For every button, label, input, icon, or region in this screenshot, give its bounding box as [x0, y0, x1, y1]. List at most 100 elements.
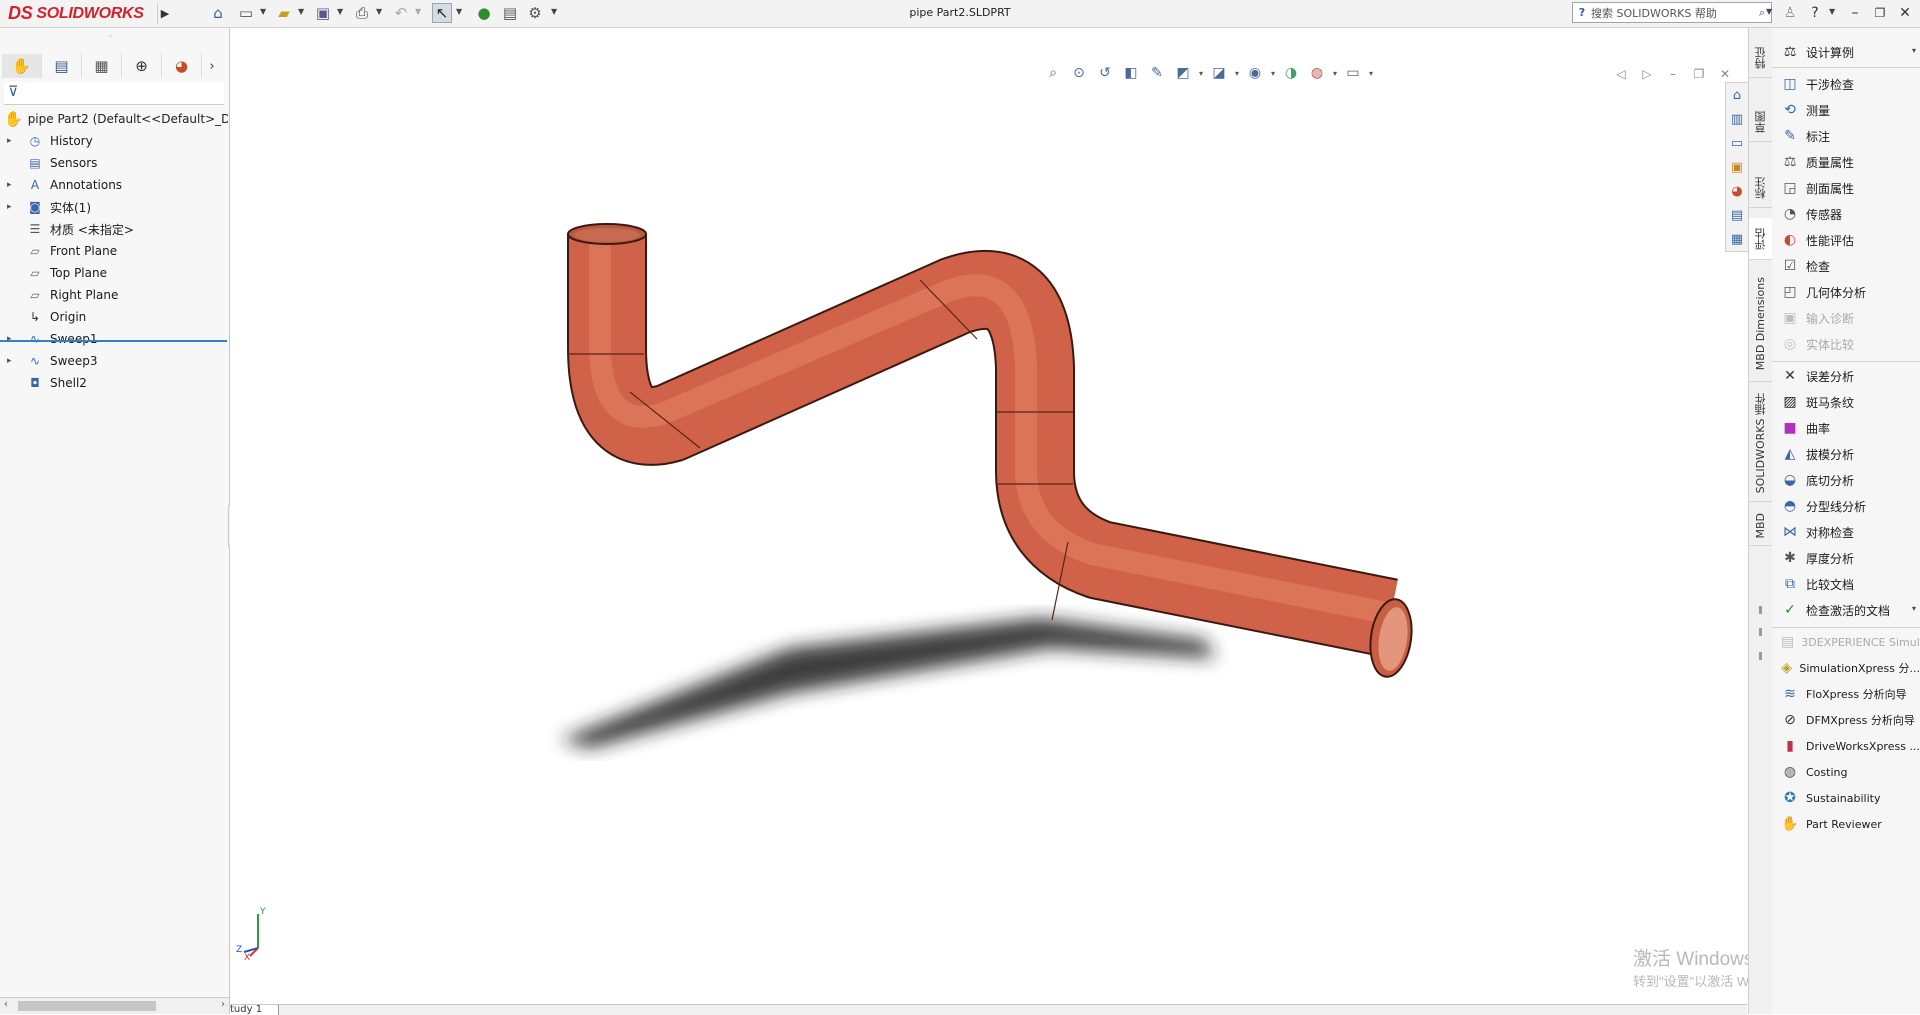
tree-item-origin[interactable]: ↳ Origin: [0, 306, 228, 328]
apply-scene-icon[interactable]: ◍: [1304, 62, 1330, 84]
view-settings-caret-icon[interactable]: ▾: [1366, 69, 1376, 78]
minimize-icon[interactable]: –: [1845, 3, 1865, 23]
feature-tree-tab-icon[interactable]: ✋: [2, 54, 42, 78]
expand-arrow-icon[interactable]: ▸: [7, 180, 19, 190]
panel-grip-icon[interactable]: ◦: [108, 32, 113, 41]
design-library-icon[interactable]: ▥: [1726, 107, 1748, 131]
home-icon[interactable]: ⌂: [208, 3, 228, 23]
tree-item-solid-bodies[interactable]: ▸ ◙ 实体(1): [0, 196, 228, 218]
feature-tree-filter[interactable]: ⊽: [4, 82, 224, 105]
scrollbar-thumb[interactable]: [18, 1001, 156, 1011]
compare-bodies-button[interactable]: ◎ 实体比较: [1772, 332, 1920, 356]
search-dropdown-caret-icon[interactable]: ▼: [1766, 7, 1772, 16]
property-manager-tab-icon[interactable]: ▤: [42, 54, 82, 78]
zoom-to-area-icon[interactable]: ⊙: [1066, 62, 1092, 84]
edit-appearance-icon[interactable]: ◑: [1278, 62, 1304, 84]
tab-mbd[interactable]: MBD: [1749, 506, 1772, 546]
print-icon[interactable]: ⎙: [352, 3, 372, 23]
new-dropdown-caret-icon[interactable]: ▼: [260, 7, 266, 16]
viewport-prev-icon[interactable]: ◁: [1608, 64, 1634, 84]
import-diagnostics-button[interactable]: ▣ 输入诊断: [1772, 306, 1920, 330]
pipe-model-view[interactable]: [230, 28, 1747, 1004]
tree-item-top-plane[interactable]: ▱ Top Plane: [0, 262, 228, 284]
viewport-next-icon[interactable]: ▷: [1634, 64, 1660, 84]
tree-item-sweep1[interactable]: ▸ ∿ Sweep1: [0, 328, 228, 350]
file-properties-icon[interactable]: ▤: [500, 3, 520, 23]
floxpress-button[interactable]: ≋ FloXpress 分析向导: [1772, 682, 1920, 706]
compare-documents-button[interactable]: ⧉ 比较文档: [1772, 572, 1920, 596]
design-study-button[interactable]: ⚖ 设计算例 ▾: [1772, 40, 1920, 64]
select-icon[interactable]: ↖: [432, 3, 452, 23]
solidworks-logo[interactable]: DS SOLIDWORKS: [8, 2, 144, 25]
file-explorer-icon[interactable]: ▭: [1726, 131, 1748, 155]
curvature-button[interactable]: ■ 曲率: [1772, 416, 1920, 440]
tab-evaluate[interactable]: 评估: [1749, 218, 1772, 260]
tab-mbd-dimensions[interactable]: MBD Dimensions: [1749, 266, 1772, 382]
tree-item-history[interactable]: ▸ ◷ History: [0, 130, 228, 152]
scroll-right-arrow-icon[interactable]: ›: [221, 999, 225, 1010]
geometry-analysis-button[interactable]: ◰ 几何体分析: [1772, 280, 1920, 304]
restore-icon[interactable]: ❐: [1870, 3, 1890, 23]
performance-evaluation-button[interactable]: ◐ 性能评估: [1772, 228, 1920, 252]
viewport-restore-icon[interactable]: ❐: [1686, 64, 1712, 84]
tab-markup[interactable]: 标注: [1749, 168, 1772, 208]
help-dropdown-caret-icon[interactable]: ▼: [1829, 7, 1835, 16]
expand-arrow-icon[interactable]: ▸: [7, 334, 19, 344]
options-icon[interactable]: ⚙: [525, 3, 545, 23]
previous-view-icon[interactable]: ↺: [1092, 62, 1118, 84]
expand-arrow-icon[interactable]: ▸: [7, 136, 19, 146]
tree-item-front-plane[interactable]: ▱ Front Plane: [0, 240, 228, 262]
dimxpert-tab-icon[interactable]: ⊕: [122, 54, 162, 78]
sustainability-button[interactable]: ✪ Sustainability: [1772, 786, 1920, 810]
part-reviewer-button[interactable]: ✋ Part Reviewer: [1772, 812, 1920, 836]
tab-sketch[interactable]: 草图: [1749, 102, 1772, 142]
tree-item-shell2[interactable]: ◘ Shell2: [0, 372, 228, 394]
display-style-caret-icon[interactable]: ▾: [1232, 69, 1242, 78]
simulationxpress-button[interactable]: ◈ SimulationXpress 分...: [1772, 656, 1920, 680]
3dexperience-simulation-button[interactable]: ▤ 3DEXPERIENCE Simul...: [1772, 630, 1920, 654]
measure-button[interactable]: ⟲ 测量: [1772, 98, 1920, 122]
save-dropdown-caret-icon[interactable]: ▼: [337, 7, 343, 16]
draft-analysis-button[interactable]: ◭ 拔模分析: [1772, 442, 1920, 466]
parting-line-analysis-button[interactable]: ◓ 分型线分析: [1772, 494, 1920, 518]
view-orientation-icon[interactable]: ◩: [1170, 62, 1196, 84]
apply-scene-caret-icon[interactable]: ▾: [1330, 69, 1340, 78]
tree-item-sweep3[interactable]: ▸ ∿ Sweep3: [0, 350, 228, 372]
dropdown-caret-icon[interactable]: ▾: [1912, 604, 1916, 613]
select-dropdown-caret-icon[interactable]: ▼: [456, 7, 462, 16]
undercut-analysis-button[interactable]: ◒ 底切分析: [1772, 468, 1920, 492]
help-search-input[interactable]: ? 搜索 SOLIDWORKS 帮助 ⌕: [1572, 2, 1772, 23]
hide-show-items-icon[interactable]: ◉: [1242, 62, 1268, 84]
undo-icon[interactable]: ↶: [391, 3, 411, 23]
scroll-left-arrow-icon[interactable]: ‹: [4, 999, 8, 1010]
sensor-button[interactable]: ◔ 传感器: [1772, 202, 1920, 226]
check-active-document-button[interactable]: ✓ 检查激活的文档 ▾: [1772, 598, 1920, 622]
markup-button[interactable]: ✎ 标注: [1772, 124, 1920, 148]
save-icon[interactable]: ▣: [313, 3, 333, 23]
view-orientation-caret-icon[interactable]: ▾: [1196, 69, 1206, 78]
feature-tree-horizontal-scrollbar[interactable]: ‹ ›: [0, 997, 229, 1014]
open-dropdown-caret-icon[interactable]: ▼: [298, 7, 304, 16]
zebra-stripes-button[interactable]: ▨ 斑马条纹: [1772, 390, 1920, 414]
close-icon[interactable]: ✕: [1895, 3, 1915, 23]
driveworksxpress-button[interactable]: ▮ DriveWorksXpress ...: [1772, 734, 1920, 758]
tab-features[interactable]: 特征: [1749, 38, 1772, 78]
forum-icon[interactable]: ▦: [1726, 227, 1748, 251]
view-settings-icon[interactable]: ▭: [1340, 62, 1366, 84]
dropdown-caret-icon[interactable]: ▾: [1912, 46, 1916, 55]
open-icon[interactable]: ▰: [274, 3, 294, 23]
feature-tree-root[interactable]: ✋ pipe Part2 (Default<<Default>_Di: [4, 108, 228, 130]
tab-solidworks-addins[interactable]: SOLIDWORKS 插件: [1749, 386, 1772, 502]
options-dropdown-caret-icon[interactable]: ▼: [551, 7, 557, 16]
rollback-bar[interactable]: [0, 340, 227, 342]
rebuild-icon[interactable]: ●: [474, 3, 494, 23]
symmetry-check-button[interactable]: ⋈ 对称检查: [1772, 520, 1920, 544]
expand-arrow-icon[interactable]: ▸: [7, 356, 19, 366]
configuration-manager-tab-icon[interactable]: ▦: [82, 54, 122, 78]
undo-dropdown-caret-icon[interactable]: ▼: [415, 7, 421, 16]
menu-expand-arrow-icon[interactable]: ▶: [157, 3, 172, 24]
help-icon[interactable]: ?: [1805, 3, 1825, 23]
thickness-analysis-button[interactable]: ✱ 厚度分析: [1772, 546, 1920, 570]
display-style-icon[interactable]: ◪: [1206, 62, 1232, 84]
graphics-area[interactable]: ⌕ ⊙ ↺ ◧ ✎ ◩ ▾ ◪ ▾ ◉ ▾ ◑ ◍ ▾ ▭ ▾ ◁ ▷ – ❐ …: [230, 28, 1747, 1004]
